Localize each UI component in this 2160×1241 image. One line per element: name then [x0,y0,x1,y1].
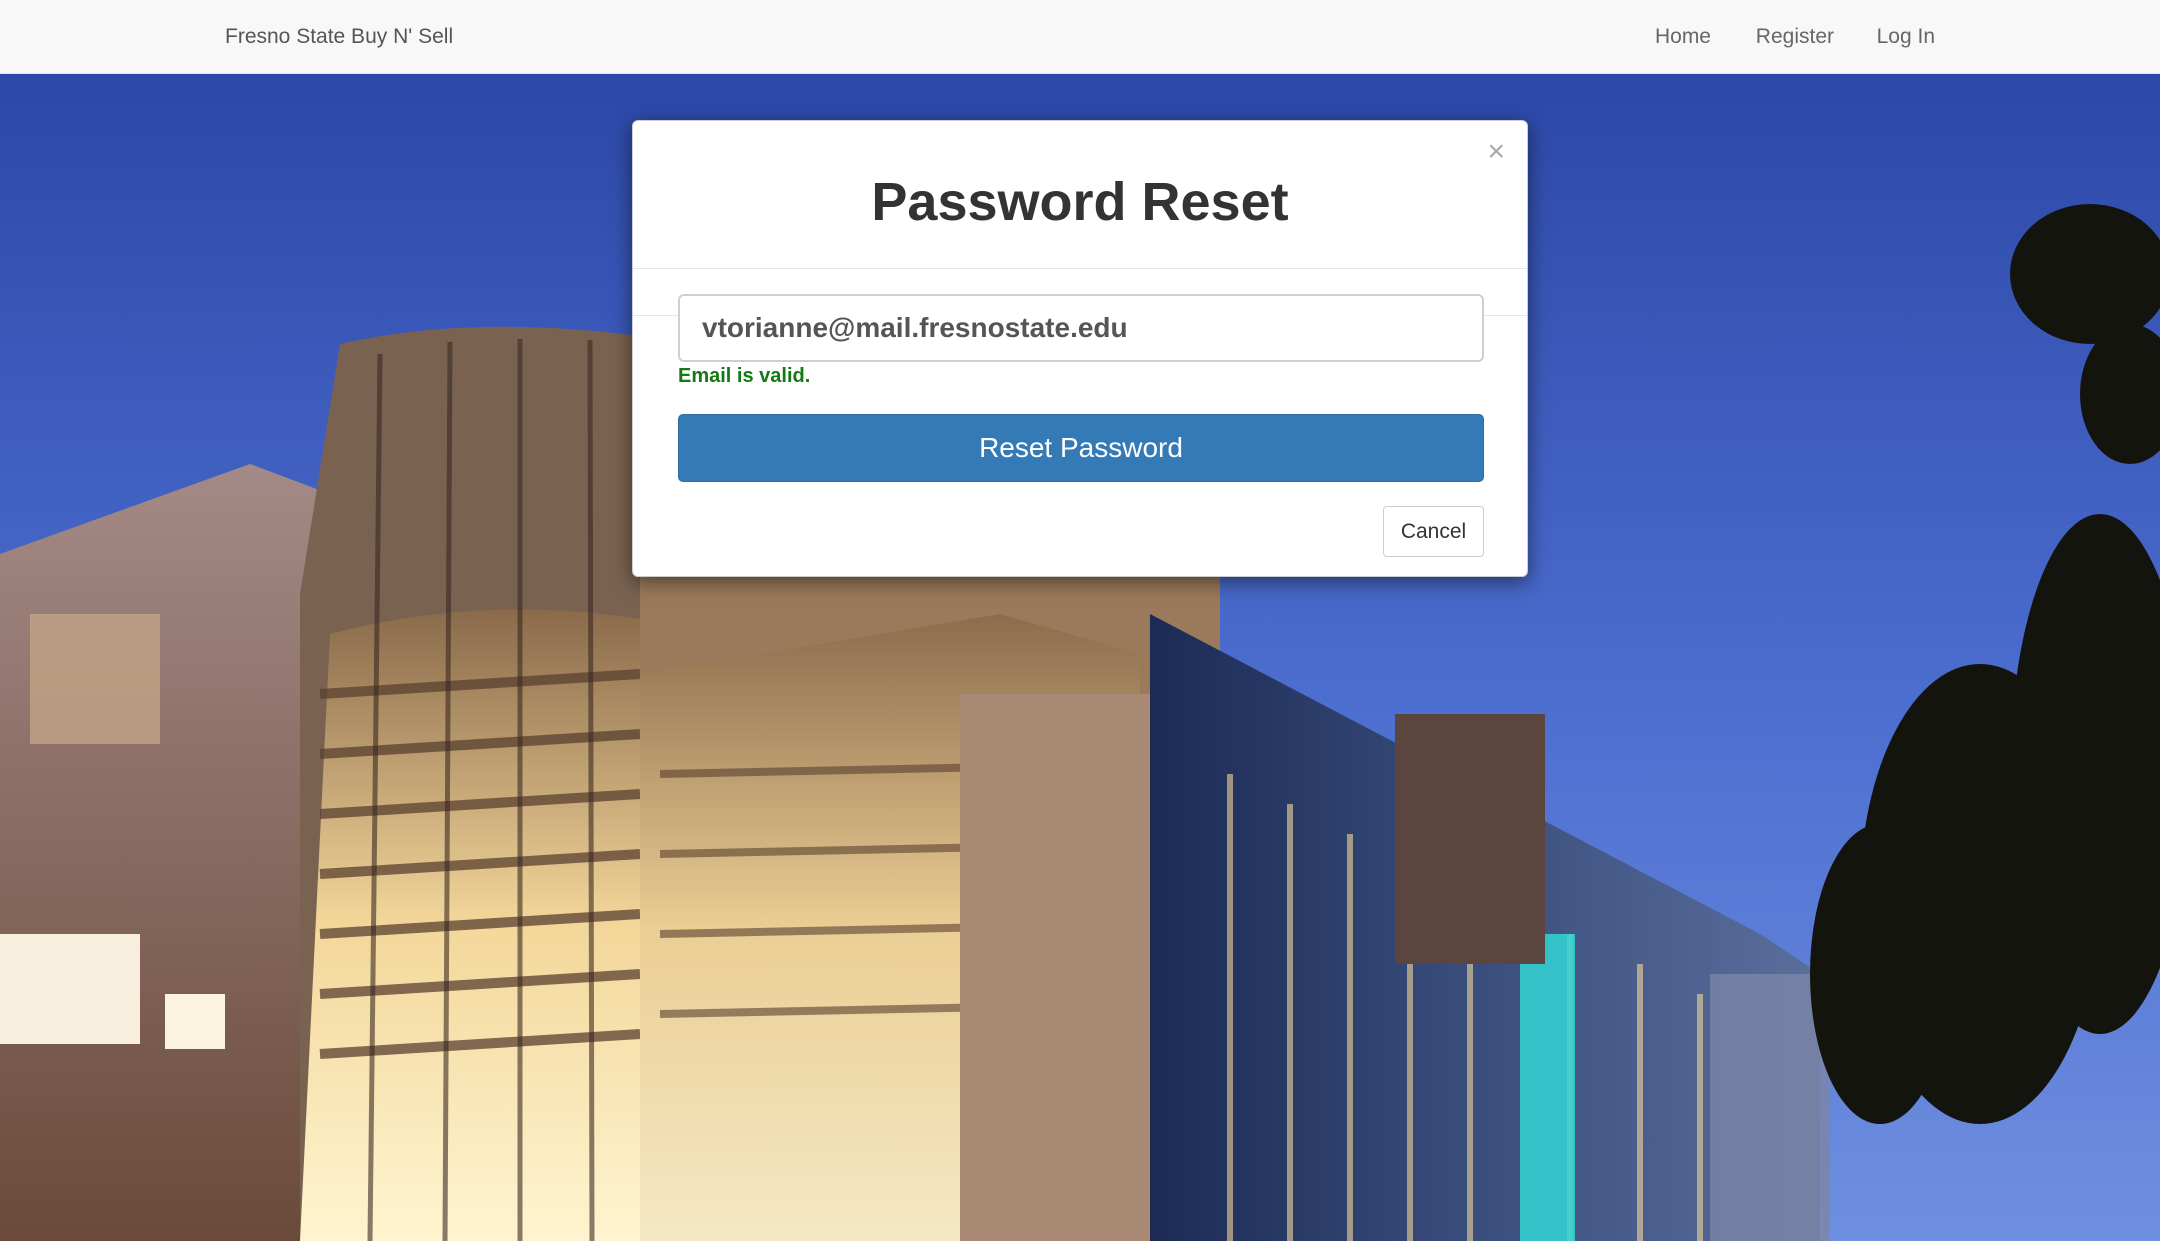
modal-title: Password Reset [871,172,1289,232]
password-reset-modal: × Password Reset vtorianne@mail.fresnost… [632,120,1528,577]
cancel-button[interactable]: Cancel [1383,506,1484,557]
page: Fresno State Buy N' Sell Home Register L… [0,0,2160,1241]
brand-link[interactable]: Fresno State Buy N' Sell [225,0,453,74]
nav-login-link[interactable]: Log In [1877,0,1935,74]
modal-header: Password Reset [633,121,1527,269]
top-navbar: Fresno State Buy N' Sell Home Register L… [0,0,2160,74]
email-field[interactable]: vtorianne@mail.fresnostate.edu [678,294,1484,362]
email-validation-message: Email is valid. [678,365,811,387]
nav-home-link[interactable]: Home [1655,0,1711,74]
reset-password-button[interactable]: Reset Password [678,414,1484,482]
nav-register-link[interactable]: Register [1756,0,1834,74]
